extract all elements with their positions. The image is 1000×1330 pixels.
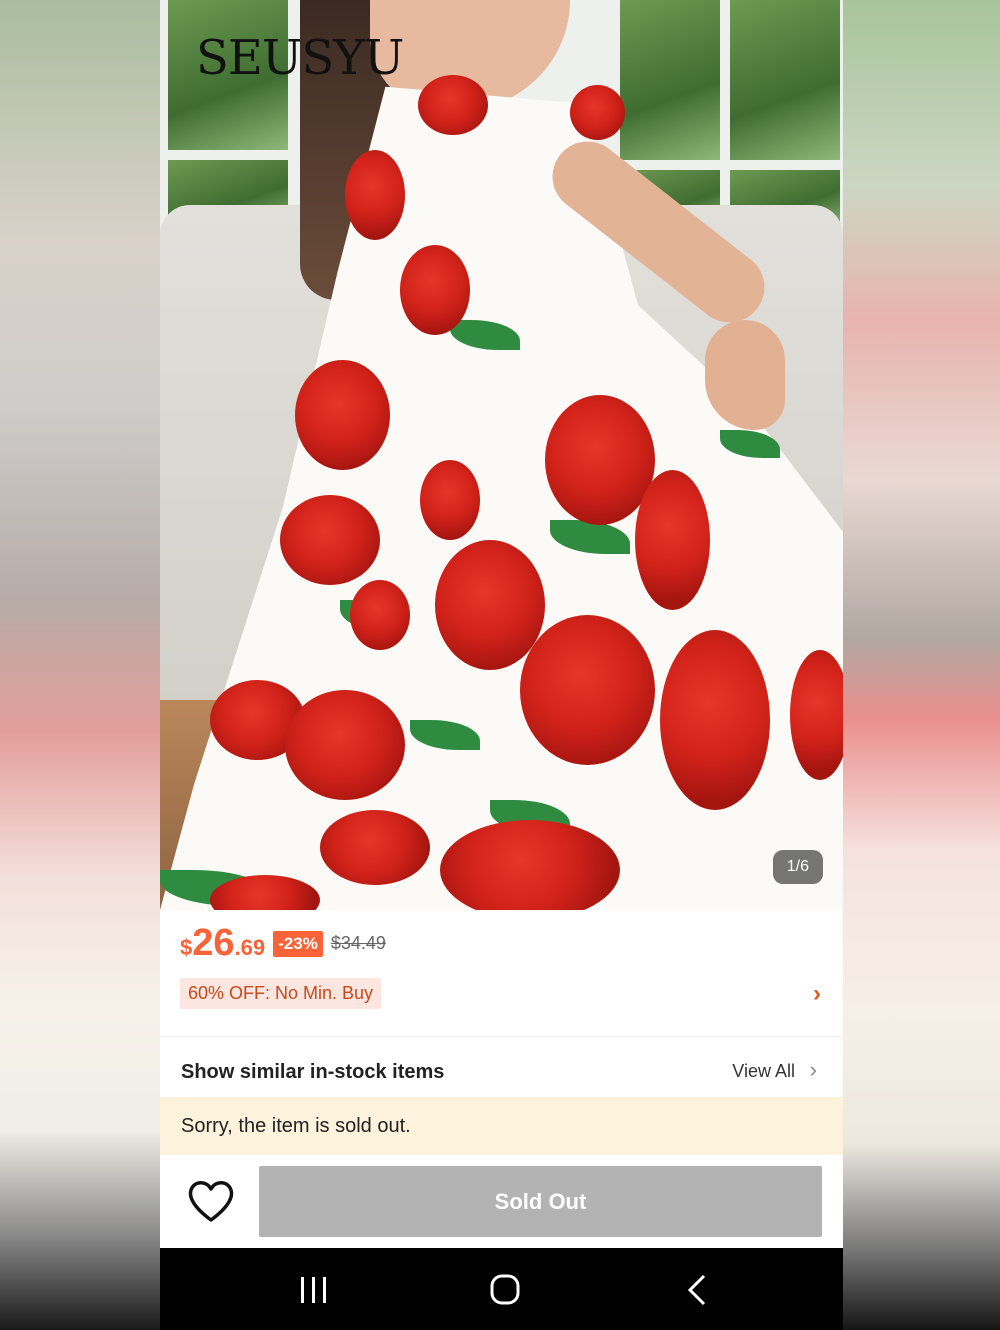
- home-icon[interactable]: [485, 1272, 525, 1308]
- similar-items-row[interactable]: Show similar in-stock items View All ›: [160, 1036, 843, 1099]
- price-cents: .69: [234, 935, 266, 960]
- bottom-action-bar: Sold Out: [160, 1156, 843, 1248]
- chevron-right-icon[interactable]: ›: [810, 1057, 817, 1083]
- chevron-right-icon[interactable]: ›: [813, 980, 821, 1008]
- original-price: $34.49: [330, 933, 386, 953]
- back-icon[interactable]: [678, 1272, 718, 1308]
- recents-icon[interactable]: [294, 1272, 334, 1308]
- blurred-background-left: [0, 0, 160, 1330]
- price-currency: $: [180, 935, 193, 960]
- sold-out-message: Sorry, the item is sold out.: [181, 1115, 411, 1137]
- view-all-link[interactable]: View All: [732, 1061, 795, 1082]
- photo-hand: [705, 320, 785, 430]
- brand-logo: SEUSYU: [196, 30, 404, 86]
- sold-out-notice: Sorry, the item is sold out.: [160, 1097, 843, 1155]
- price-integer: 26: [192, 922, 235, 964]
- sold-out-button[interactable]: Sold Out: [259, 1166, 822, 1237]
- discount-badge: -23%: [273, 931, 323, 957]
- promo-tag[interactable]: 60% OFF: No Min. Buy: [180, 978, 382, 1009]
- product-image[interactable]: SEUSYU 1/6: [160, 0, 843, 910]
- current-price: $26.69: [180, 922, 265, 965]
- app-screen: SEUSYU 1/6 $26.69 -23% $34.49 60% OFF: N…: [160, 0, 843, 1330]
- heart-outline-icon[interactable]: [186, 1178, 236, 1224]
- price-row: $26.69 -23% $34.49: [180, 922, 386, 965]
- product-title-cutoff: [180, 1028, 820, 1036]
- similar-items-title: Show similar in-stock items: [181, 1061, 445, 1083]
- system-navigation-bar: [160, 1248, 843, 1330]
- image-counter: 1/6: [772, 850, 823, 884]
- blurred-background-right: [840, 0, 1000, 1330]
